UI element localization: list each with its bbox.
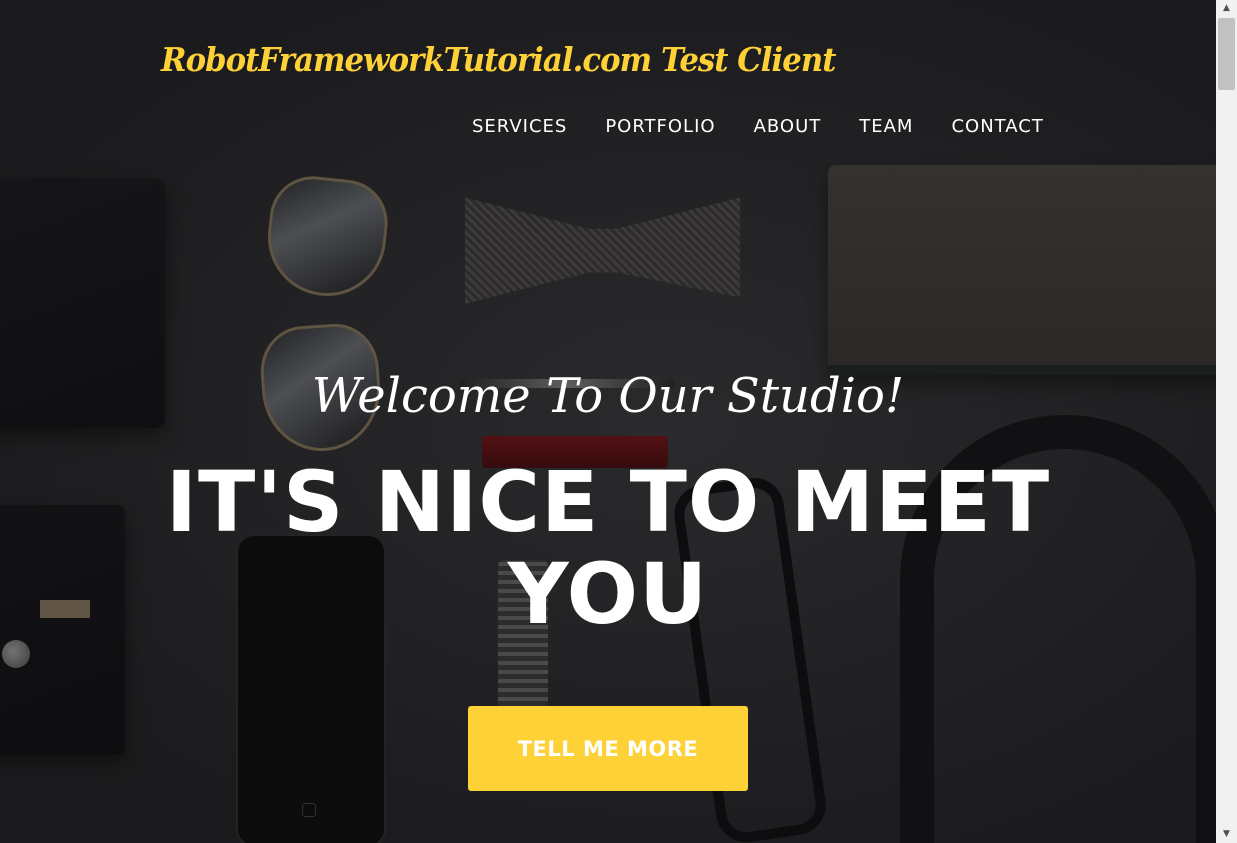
hero-lead-text: Welcome To Our Studio! — [311, 368, 905, 424]
scroll-down-arrow-icon[interactable]: ▼ — [1216, 826, 1237, 843]
nav-link-services[interactable]: SERVICES — [472, 116, 567, 137]
nav-link-about[interactable]: ABOUT — [754, 116, 822, 137]
scroll-up-arrow-icon[interactable]: ▲ — [1216, 0, 1237, 17]
scrollbar-thumb[interactable] — [1218, 18, 1235, 90]
nav-link-team[interactable]: TEAM — [859, 116, 913, 137]
nav-link-contact[interactable]: CONTACT — [951, 116, 1043, 137]
tell-me-more-button[interactable]: TELL ME MORE — [468, 706, 748, 791]
hero-heading: IT'S NICE TO MEET YOU — [0, 456, 1216, 640]
hero-heading-line-1: IT'S NICE TO MEET — [165, 453, 1051, 551]
vertical-scrollbar[interactable]: ▲ ▼ — [1216, 0, 1237, 843]
brand-logo-link[interactable]: RobotFrameworkTutorial.com Test Client — [161, 40, 836, 79]
hero-heading-line-2: YOU — [507, 545, 709, 643]
main-nav: SERVICES PORTFOLIO ABOUT TEAM CONTACT — [472, 116, 1082, 137]
nav-link-portfolio[interactable]: PORTFOLIO — [605, 116, 715, 137]
